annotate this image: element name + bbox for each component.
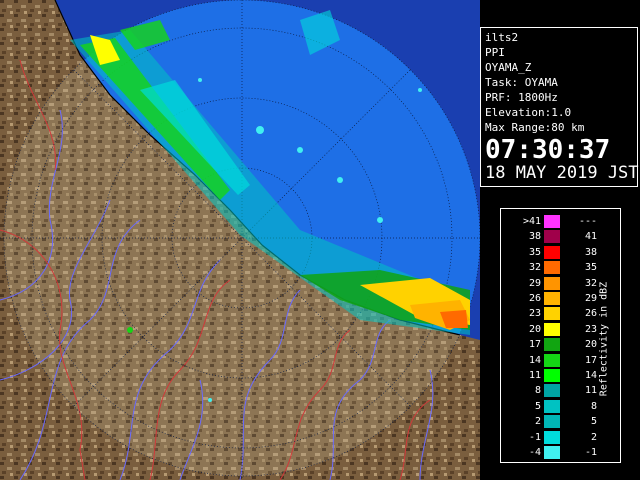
legend-swatch [544,276,560,290]
legend-lower-bound: 26 [528,293,541,304]
legend-swatch [544,245,560,259]
info-prf: PRF: 1800Hz [485,91,558,104]
legend-upper-bound: 32 [584,277,597,289]
info-elevation: Elevation:1.0 [485,106,572,119]
legend-row: 29 32 [501,276,597,291]
legend-swatch [544,399,560,413]
info-max-range: Max Range:80 km [485,121,585,134]
legend-upper-bound: 17 [584,354,597,366]
legend-lower-bound: 35 [528,246,541,258]
info-task: Task: OYAMA [485,76,558,89]
legend-lower-bound: 17 [528,339,541,351]
legend-swatch [544,353,560,367]
legend-upper-bound: 29 [584,293,597,304]
legend-row: 11 14 [501,368,597,383]
legend-swatch [544,430,560,444]
legend-lower-bound: 20 [528,323,541,335]
legend-upper-bound: --- [578,216,597,227]
scan-date: 18 MAY 2019 JST [485,163,639,183]
color-legend: Reflectivity in dBZ >41 --- 38 41 35 38 32 35 29… [500,208,621,463]
legend-lower-bound: 29 [528,277,541,289]
legend-upper-bound: 38 [584,246,597,258]
legend-upper-bound: 2 [590,431,597,443]
legend-row: -4 -1 [501,445,597,460]
legend-swatch [544,292,560,305]
legend-upper-bound: -1 [584,447,597,458]
legend-swatch [544,369,560,382]
legend-row: 58 [501,399,597,414]
legend-upper-bound: 41 [584,231,597,243]
legend-row: 32 35 [501,260,597,275]
legend-upper-bound: 5 [590,416,597,428]
legend-swatch [544,338,560,352]
legend-unit-text: Reflectivity in dBZ [598,281,610,397]
legend-upper-bound: 26 [584,308,597,320]
legend-lower-bound: 8 [534,385,541,397]
legend-row: 14 17 [501,353,597,368]
legend-lower-bound: 11 [528,370,541,381]
legend-swatch [544,446,560,459]
legend-upper-bound: 11 [584,385,597,397]
legend-row: 23 26 [501,306,597,321]
legend-upper-bound: 35 [584,262,597,274]
legend-row: 25 [501,414,597,429]
legend-row: -1 2 [501,430,597,445]
legend-swatch [544,322,560,336]
legend-upper-bound: 8 [590,400,597,412]
legend-lower-bound: 5 [534,400,541,412]
legend-row: >41 --- [501,214,597,229]
legend-row: 26 29 [501,291,597,306]
legend-lower-bound: -4 [528,447,541,458]
legend-row: 17 20 [501,337,597,352]
legend-upper-bound: 20 [584,339,597,351]
radar-ppi-display [0,0,480,480]
legend-lower-bound: 2 [534,416,541,428]
legend-lower-bound: -1 [528,431,541,443]
legend-row: 20 23 [501,322,597,337]
scan-time: 07:30:37 [485,135,611,165]
legend-lower-bound: 32 [528,262,541,274]
legend-swatch [544,261,560,275]
legend-upper-bound: 14 [584,370,597,381]
info-panel: ilts2 PPI OYAMA_Z Task: OYAMA PRF: 1800H… [480,27,639,187]
legend-lower-bound: >41 [522,216,541,227]
info-scan-mode: PPI [485,46,505,59]
legend-lower-bound: 23 [528,308,541,320]
legend-row: 8 11 [501,383,597,398]
legend-row: 38 41 [501,229,597,244]
legend-row: 35 38 [501,245,597,260]
legend-swatch [544,384,560,398]
legend-swatch [544,215,560,228]
legend-lower-bound: 14 [528,354,541,366]
legend-upper-bound: 23 [584,323,597,335]
info-product-id: ilts2 [485,31,519,44]
legend-swatch [544,230,560,244]
legend-lower-bound: 38 [528,231,541,243]
info-site-product: OYAMA_Z [485,61,532,74]
legend-swatch [544,307,560,321]
legend-swatch [544,415,560,429]
